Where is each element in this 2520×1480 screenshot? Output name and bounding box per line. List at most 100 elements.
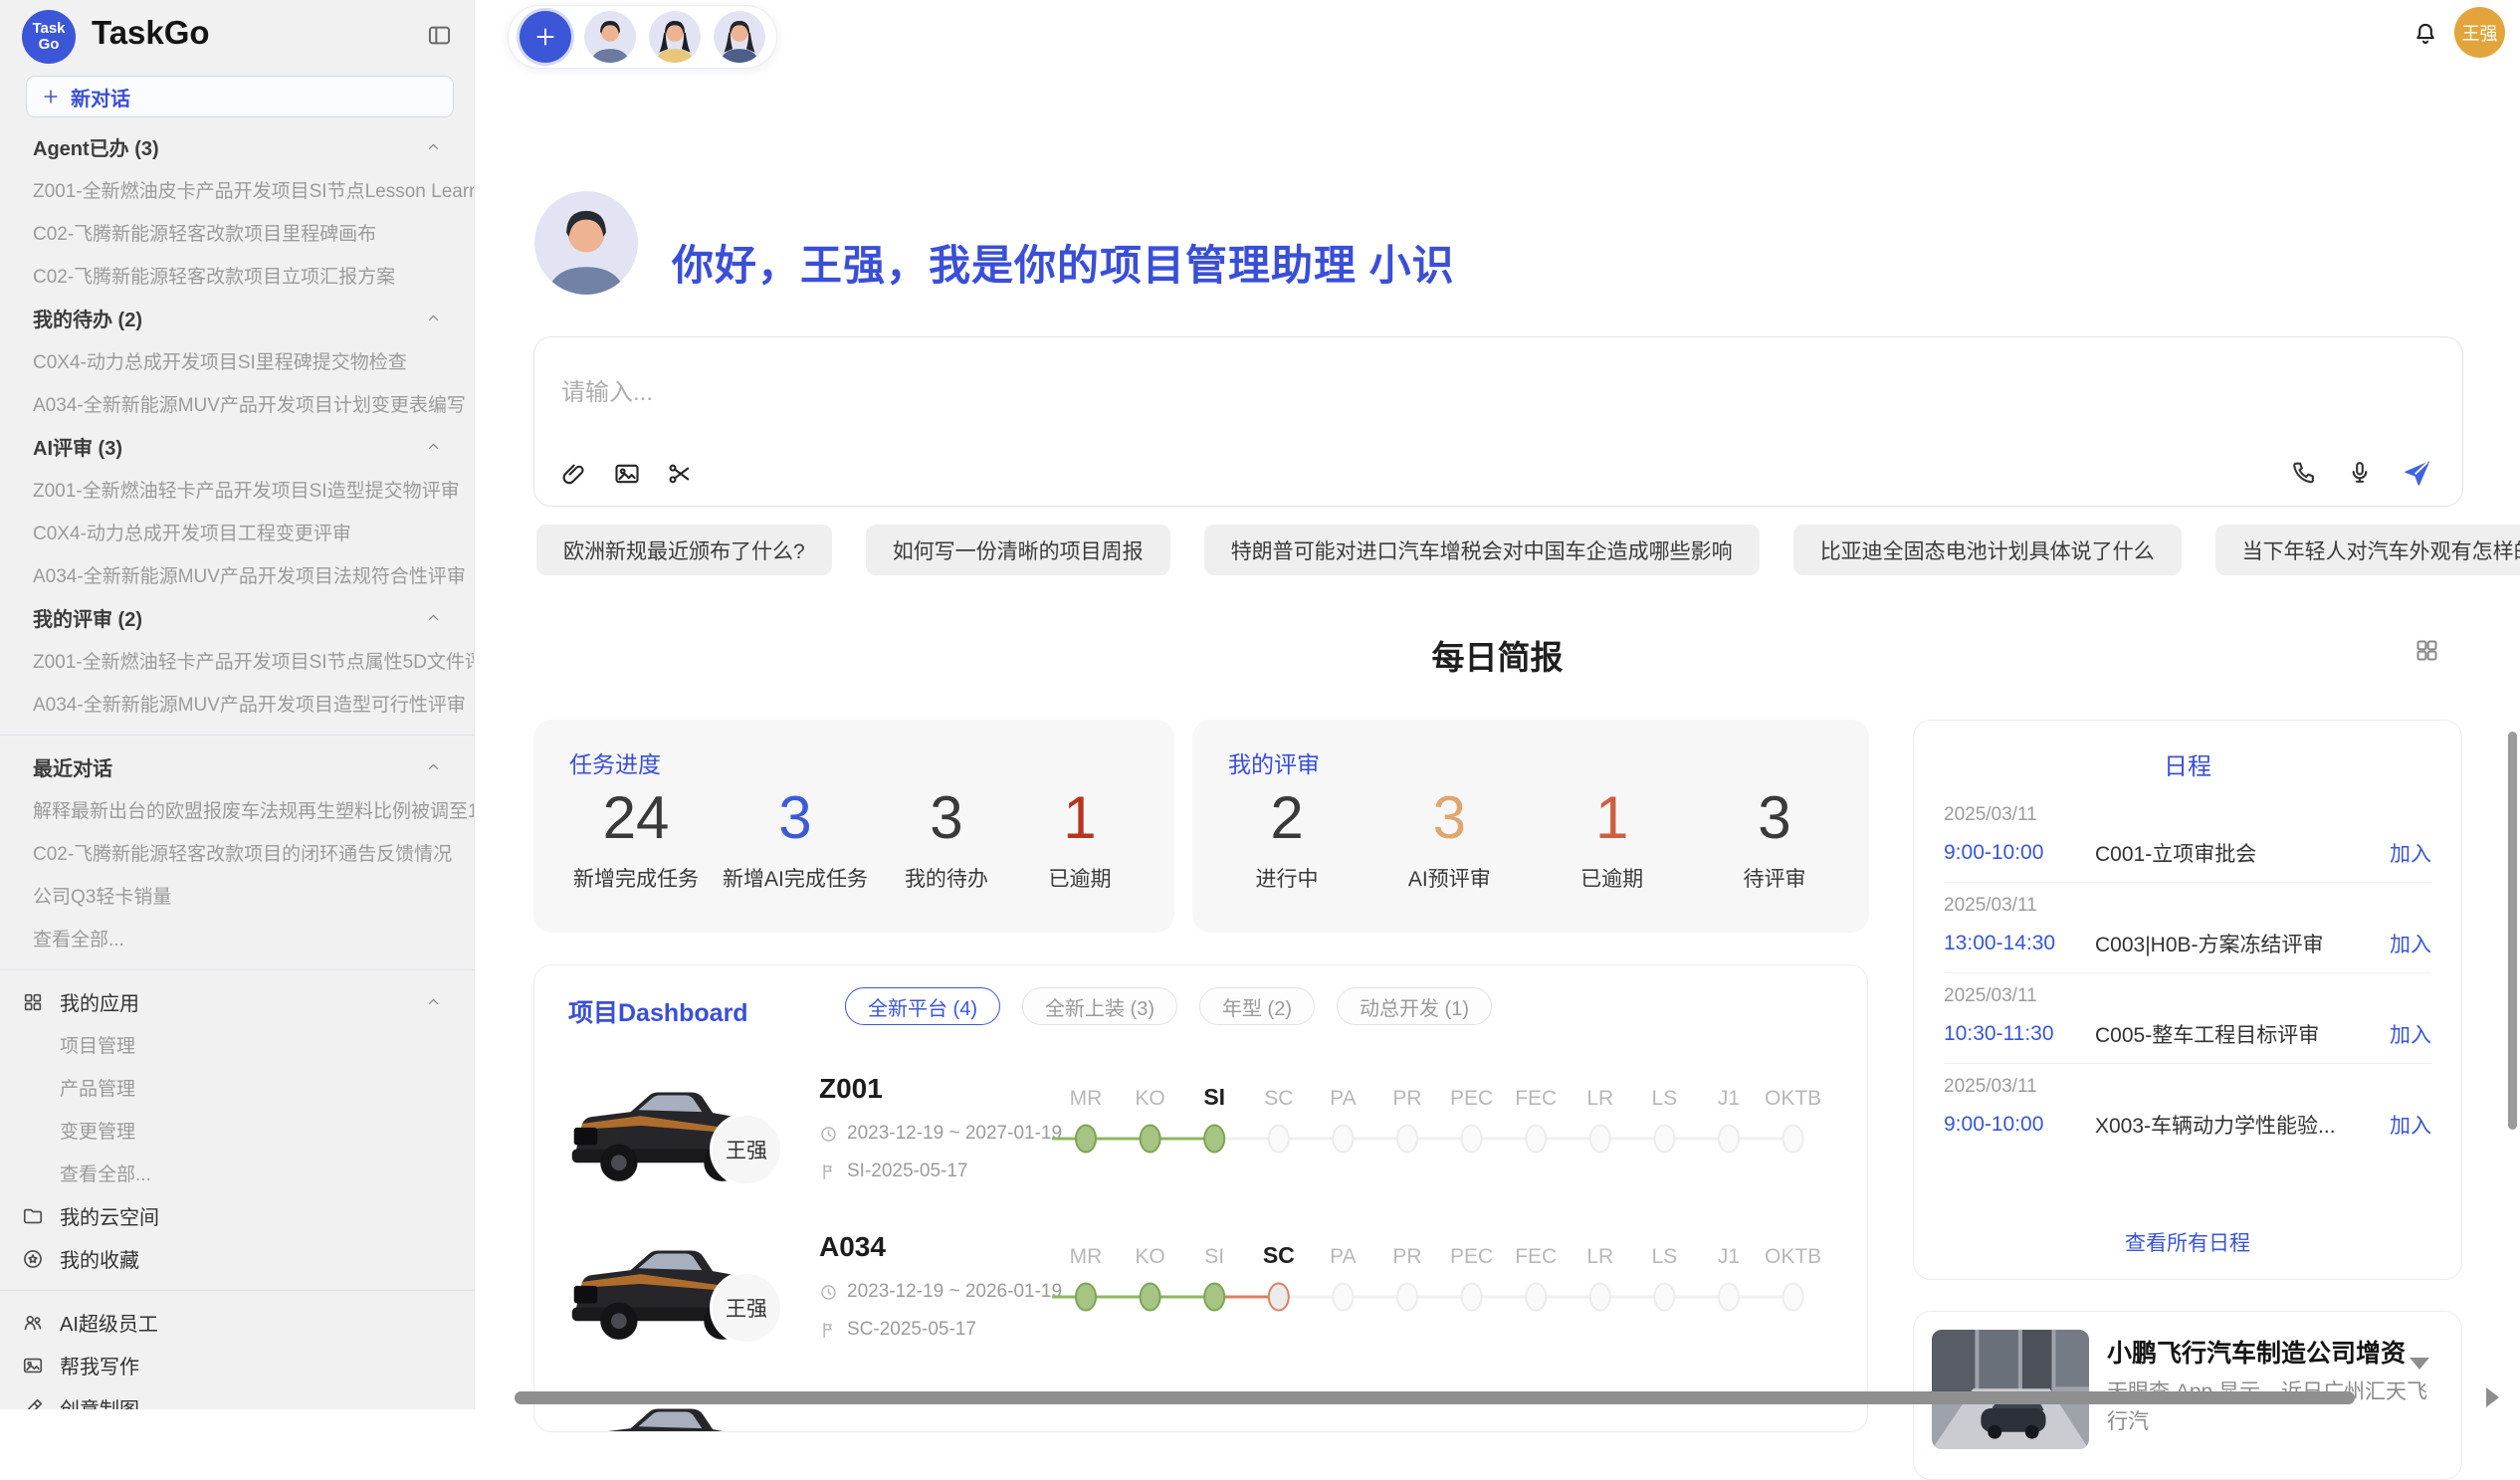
- send-icon[interactable]: [2402, 457, 2432, 488]
- divider: [0, 735, 474, 736]
- section-title: AI评审 (3): [33, 432, 122, 461]
- svg-text:PA: PA: [1330, 1087, 1356, 1110]
- stat-value: 1: [1025, 781, 1135, 855]
- sidebar-item[interactable]: C02-飞腾新能源轻客改款项目里程碑画布: [0, 211, 474, 254]
- dashboard-filter-tab[interactable]: 全新上装 (3): [1022, 987, 1177, 1025]
- app-title: TaskGo: [92, 14, 210, 52]
- join-event-link[interactable]: 加入: [2390, 838, 2431, 868]
- agent-avatar[interactable]: [584, 11, 636, 63]
- app-sub-item[interactable]: 变更管理: [0, 1109, 474, 1152]
- stat-label: 待评审: [1720, 863, 1829, 893]
- join-event-link[interactable]: 加入: [2390, 929, 2431, 958]
- recent-chat-item[interactable]: 解释最新出台的欧盟报废车法规再生塑料比例被调至15%...: [0, 788, 474, 831]
- recent-chat-item[interactable]: C02-飞腾新能源轻客改款项目的闭环通告反馈情况: [0, 831, 474, 874]
- agent-avatar[interactable]: [714, 11, 765, 63]
- nav-label: AI超级员工: [60, 1308, 158, 1337]
- project-code[interactable]: A034: [819, 1231, 886, 1263]
- project-code[interactable]: Z001: [819, 1073, 883, 1105]
- suggestion-chip[interactable]: 当下年轻人对汽车外观有怎样的喜好趋势: [2215, 525, 2520, 575]
- vertical-scrollbar[interactable]: [2508, 732, 2517, 1130]
- stat: 3 待评审: [1720, 781, 1829, 893]
- suggestion-chip[interactable]: 如何写一份清晰的项目周报: [866, 525, 1170, 575]
- chevron-up-icon: [425, 609, 442, 626]
- app-sub-item[interactable]: 项目管理: [0, 1023, 474, 1066]
- project-row[interactable]: 王强Z0012023-12-19 ~ 2027-01-19SI-2025-05-…: [534, 1065, 1867, 1220]
- horizontal-scrollbar[interactable]: [515, 1391, 2355, 1404]
- divider: [0, 1290, 474, 1291]
- dashboard-filter-tab[interactable]: 年型 (2): [1199, 987, 1315, 1025]
- dashboard-filter-tab[interactable]: 动总开发 (1): [1337, 987, 1492, 1025]
- quick-access-toolbar: [508, 5, 777, 69]
- sidebar-item[interactable]: 我的云空间: [0, 1194, 474, 1237]
- assistant-avatar: [534, 191, 638, 295]
- sidebar-section-header[interactable]: 我的评审 (2): [0, 596, 474, 639]
- bell-icon[interactable]: [2412, 20, 2439, 48]
- scissors-icon[interactable]: [666, 460, 694, 488]
- suggestion-chip[interactable]: 比亚迪全固态电池计划具体说了什么: [1793, 525, 2182, 575]
- sidebar-item[interactable]: A034-全新新能源MUV产品开发项目法规符合性评审: [0, 553, 474, 596]
- event-date: 2025/03/11: [1944, 1076, 2431, 1098]
- project-dashboard-card: 项目Dashboard 全新平台 (4)全新上装 (3)年型 (2)动总开发 (…: [533, 964, 1868, 1432]
- sidebar-item[interactable]: 帮我写作: [0, 1344, 474, 1386]
- svg-text:KO: KO: [1135, 1087, 1164, 1110]
- stat-value: 3: [1720, 781, 1829, 855]
- project-row[interactable]: [534, 1381, 1867, 1432]
- sidebar-item[interactable]: 我的收藏: [0, 1237, 474, 1280]
- user-avatar[interactable]: 王强: [2454, 7, 2505, 58]
- sidebar-item[interactable]: AI超级员工: [0, 1301, 474, 1344]
- sidebar-item[interactable]: Z001-全新燃油轻卡产品开发项目SI节点属性5D文件评审: [0, 639, 474, 682]
- join-event-link[interactable]: 加入: [2390, 1019, 2431, 1049]
- sidebar-item[interactable]: C0X4-动力总成开发项目SI里程碑提交物检查: [0, 339, 474, 382]
- svg-text:MR: MR: [1070, 1245, 1103, 1268]
- sidebar-item[interactable]: Z001-全新燃油轻卡产品开发项目SI造型提交物评审: [0, 468, 474, 511]
- event-name: C005-整车工程目标评审: [2095, 1019, 2376, 1049]
- sidebar-section-header[interactable]: 我的待办 (2): [0, 297, 474, 339]
- mic-icon[interactable]: [2346, 459, 2374, 487]
- sidebar-section-header[interactable]: AI评审 (3): [0, 425, 474, 468]
- sidebar-item[interactable]: A034-全新新能源MUV产品开发项目计划变更表编写: [0, 382, 474, 425]
- project-row[interactable]: 王强A0342023-12-19 ~ 2026-01-19SC-2025-05-…: [534, 1223, 1867, 1378]
- suggestion-chip[interactable]: 特朗普可能对进口汽车增税会对中国车企造成哪些影响: [1204, 525, 1760, 575]
- svg-text:MR: MR: [1070, 1087, 1103, 1110]
- join-event-link[interactable]: 加入: [2390, 1110, 2431, 1140]
- sidebar-section-header[interactable]: Agent已办 (3): [0, 125, 474, 168]
- recent-chat-item[interactable]: 公司Q3轻卡销量: [0, 874, 474, 917]
- agent-avatar[interactable]: [649, 11, 701, 63]
- sidebar-item[interactable]: Z001-全新燃油皮卡产品开发项目SI节点Lesson Learn报告: [0, 168, 474, 211]
- app-logo: Task Go: [22, 10, 76, 64]
- sidebar-item-my-apps[interactable]: 我的应用: [0, 980, 474, 1023]
- stat-label: 已逾期: [1558, 863, 1667, 893]
- chevron-up-icon: [425, 993, 442, 1010]
- svg-text:SI: SI: [1204, 1245, 1224, 1268]
- chat-input[interactable]: [561, 379, 1756, 407]
- section-title: 我的待办 (2): [33, 304, 142, 332]
- stat: 3我的待办: [892, 781, 1001, 893]
- new-chat-button[interactable]: 新对话: [26, 76, 454, 117]
- app-sub-item[interactable]: 产品管理: [0, 1066, 474, 1109]
- suggestion-chip[interactable]: 欧洲新规最近颁布了什么?: [536, 525, 832, 575]
- event-time: 10:30-11:30: [1944, 1022, 2095, 1046]
- sidebar-item[interactable]: C0X4-动力总成开发项目工程变更评审: [0, 511, 474, 553]
- dashboard-filter-tab[interactable]: 全新平台 (4): [845, 987, 1000, 1025]
- section-title: 最近对话: [33, 752, 112, 781]
- sidebar-item[interactable]: A034-全新新能源MUV产品开发项目造型可行性评审: [0, 682, 474, 725]
- sidebar-item[interactable]: C02-飞腾新能源轻客改款项目立项汇报方案: [0, 254, 474, 297]
- app-sub-item[interactable]: 查看全部...: [0, 1152, 474, 1194]
- svg-text:PR: PR: [1392, 1245, 1421, 1268]
- recent-chat-item[interactable]: 查看全部...: [0, 917, 474, 959]
- add-agent-button[interactable]: [520, 11, 571, 63]
- sidebar-item[interactable]: 创意制图: [0, 1386, 474, 1409]
- scroll-right-icon[interactable]: [2486, 1387, 2499, 1407]
- view-all-schedule-link[interactable]: 查看所有日程: [1914, 1227, 2461, 1257]
- cards-view-icon[interactable]: [2414, 637, 2440, 664]
- card-title: 我的评审: [1228, 745, 1320, 779]
- stat-value: 3: [1394, 781, 1504, 855]
- sidebar-collapse-icon[interactable]: [426, 22, 453, 49]
- image-icon[interactable]: [613, 460, 641, 488]
- scroll-down-icon[interactable]: [2410, 1358, 2429, 1370]
- svg-text:PEC: PEC: [1450, 1087, 1493, 1110]
- sidebar-section-header[interactable]: 最近对话: [0, 745, 474, 788]
- phone-icon[interactable]: [2290, 459, 2318, 487]
- pen-icon: [22, 1397, 44, 1410]
- paperclip-icon[interactable]: [560, 460, 588, 488]
